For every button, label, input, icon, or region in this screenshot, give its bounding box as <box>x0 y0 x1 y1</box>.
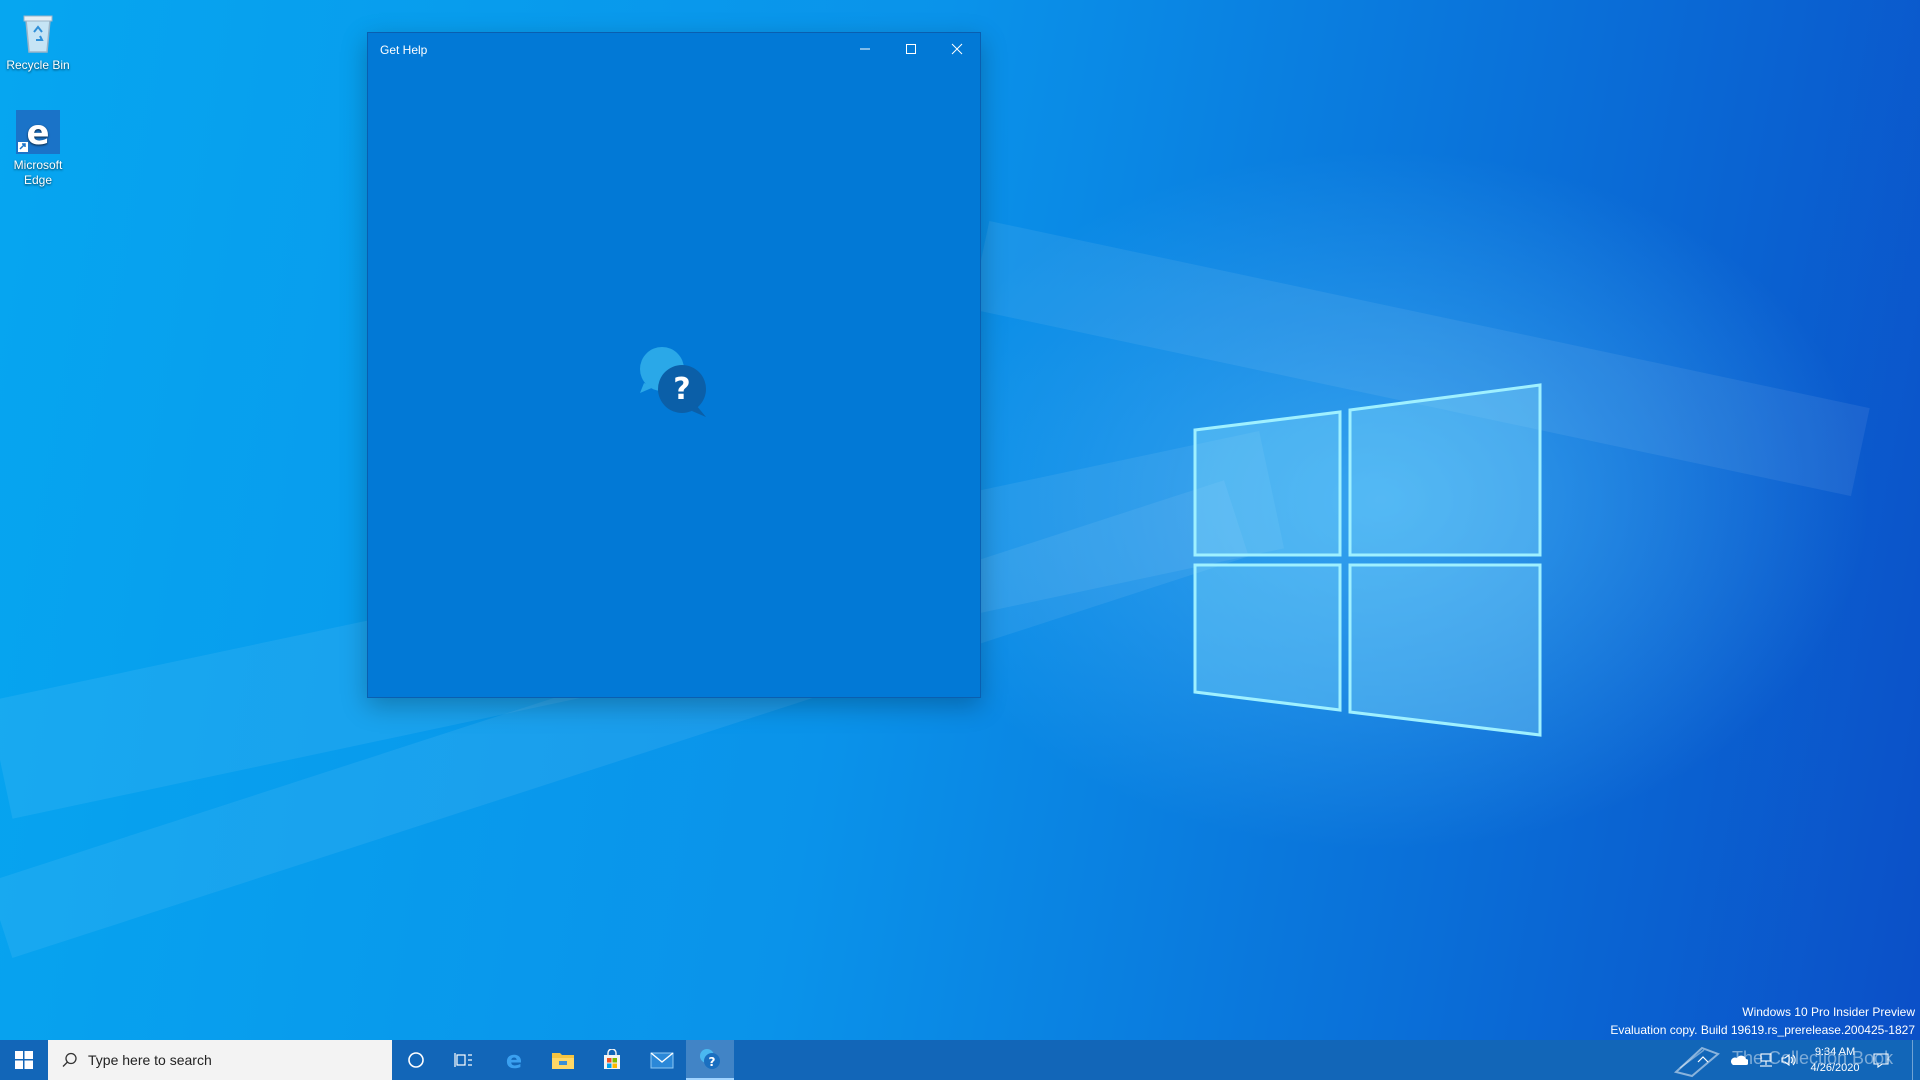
store-icon <box>604 1049 620 1069</box>
desktop-icon-label: Microsoft Edge <box>13 158 63 187</box>
svg-text:e: e <box>506 1048 522 1072</box>
microsoft-edge-shortcut[interactable]: e Microsoft Edge <box>0 108 76 188</box>
get-help-icon: ? <box>640 347 706 417</box>
window-titlebar[interactable]: Get Help <box>368 33 980 65</box>
mail-icon <box>650 1052 674 1069</box>
task-view-icon <box>454 1053 472 1067</box>
overlay-watermark-text: The Collection Book <box>1732 1048 1894 1068</box>
taskbar-mail-button[interactable] <box>638 1040 686 1080</box>
svg-text:?: ? <box>673 372 690 407</box>
cortana-button[interactable] <box>392 1040 440 1080</box>
maximize-button[interactable] <box>888 33 934 65</box>
windows-logo-wallpaper <box>1193 383 1542 737</box>
edge-icon: e <box>506 1048 522 1072</box>
search-icon <box>62 1052 77 1067</box>
close-icon <box>951 43 963 55</box>
watermark-line-2: Evaluation copy. Build 19619.rs_prerelea… <box>1610 1023 1915 1037</box>
recycle-bin-shortcut[interactable]: Recycle Bin <box>0 8 76 73</box>
search-placeholder[interactable]: Type here to search <box>88 1052 212 1068</box>
taskbar[interactable]: Type here to search e ? 9:34 AM 4/26/202… <box>0 1040 1920 1080</box>
cortana-icon <box>408 1052 424 1068</box>
close-button[interactable] <box>934 33 980 65</box>
window-title: Get Help <box>380 43 428 57</box>
minimize-button[interactable] <box>842 33 888 65</box>
start-button[interactable] <box>0 1040 48 1080</box>
svg-text:e: e <box>26 113 49 153</box>
svg-text:?: ? <box>709 1055 716 1069</box>
overlay-watermark: The Collection Book <box>1672 1040 1912 1080</box>
evaluation-watermark: Windows 10 Pro Insider Preview Evaluatio… <box>1610 1003 1915 1039</box>
taskbar-get-help-button[interactable]: ? <box>686 1040 734 1080</box>
watermark-line-1: Windows 10 Pro Insider Preview <box>1742 1005 1915 1019</box>
taskbar-search-box[interactable]: Type here to search <box>48 1040 392 1080</box>
taskbar-edge-button[interactable]: e <box>490 1040 538 1080</box>
windows-start-icon <box>15 1051 33 1069</box>
get-help-window[interactable]: Get Help ? <box>367 32 981 698</box>
recycle-bin-icon <box>14 8 62 56</box>
minimize-icon <box>860 48 870 50</box>
get-help-icon: ? <box>700 1049 720 1069</box>
taskbar-store-button[interactable] <box>588 1040 636 1080</box>
taskbar-file-explorer-button[interactable] <box>539 1040 587 1080</box>
task-view-button[interactable] <box>440 1040 488 1080</box>
edge-icon: e <box>14 108 62 156</box>
desktop-icon-label: Recycle Bin <box>6 58 70 72</box>
maximize-icon <box>906 44 916 54</box>
file-explorer-icon <box>552 1053 574 1069</box>
show-desktop-button[interactable] <box>1912 1040 1920 1080</box>
book-logo-icon <box>1673 1046 1720 1078</box>
